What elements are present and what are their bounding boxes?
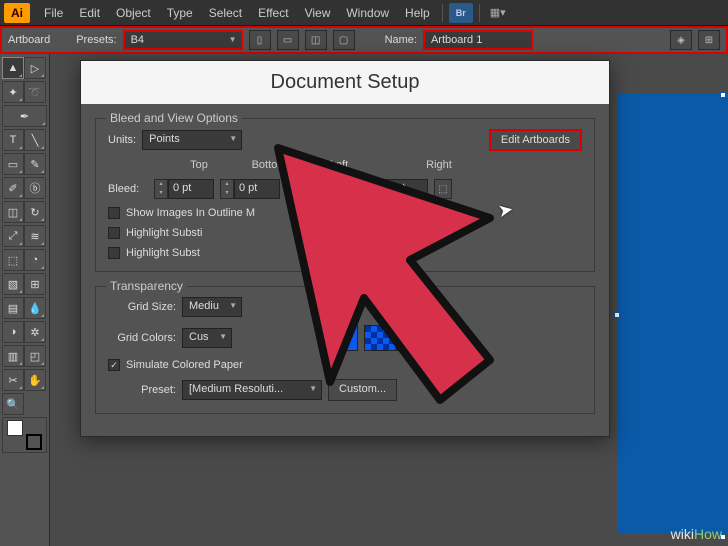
grid-colors-label: Grid Colors:: [108, 332, 176, 344]
bleed-top-input[interactable]: ▴▾0 pt: [154, 179, 214, 199]
mesh-tool-icon[interactable]: ⊞: [24, 273, 46, 295]
line-tool-icon[interactable]: ╲: [24, 129, 46, 151]
orientation-landscape-icon[interactable]: ▭: [277, 30, 299, 50]
simulate-paper-label: Simulate Colored Paper: [126, 359, 243, 371]
grid-size-dropdown[interactable]: Mediu: [182, 297, 242, 317]
link-bleed-icon[interactable]: ⬚: [434, 179, 452, 199]
preset-dropdown[interactable]: [Medium Resoluti...: [182, 380, 322, 400]
toolbox: ▲ ▷ ✦ ➰ ✒ T ╲ ▭ ✎ ✐ ⓑ ◫ ↻ ⤢ ≋ ⬚ ◔ ▧ ⊞ ▤ …: [0, 54, 50, 546]
fieldset-legend: Bleed and View Options: [106, 111, 242, 125]
col-left: Left: [304, 159, 374, 171]
column-graph-tool-icon[interactable]: ▥: [2, 345, 24, 367]
free-transform-tool-icon[interactable]: ⬚: [2, 249, 24, 271]
artboard-handle[interactable]: [720, 92, 726, 98]
align-icon[interactable]: ◈: [670, 30, 692, 50]
lasso-tool-icon[interactable]: ➰: [24, 81, 46, 103]
fill-swatch[interactable]: [7, 420, 23, 436]
menu-select[interactable]: Select: [201, 2, 250, 24]
col-top: Top: [164, 159, 234, 171]
units-label: Units:: [108, 134, 136, 146]
bridge-icon[interactable]: Br: [449, 3, 473, 23]
grid-size-label: Grid Size:: [108, 301, 176, 313]
divider: [479, 4, 480, 22]
show-images-checkbox[interactable]: [108, 207, 120, 219]
eyedropper-tool-icon[interactable]: 💧: [24, 297, 46, 319]
menu-object[interactable]: Object: [108, 2, 159, 24]
rotate-tool-icon[interactable]: ↻: [24, 201, 46, 223]
pencil-tool-icon[interactable]: ✐: [2, 177, 24, 199]
watermark: wikiHow: [671, 526, 722, 542]
layout-icon[interactable]: ▦▾: [486, 3, 510, 23]
name-label: Name:: [385, 34, 417, 46]
menu-file[interactable]: File: [36, 2, 71, 24]
menu-bar: Ai File Edit Object Type Select Effect V…: [0, 0, 728, 26]
delete-artboard-icon[interactable]: ▢: [333, 30, 355, 50]
grid-colors-dropdown[interactable]: Cus: [182, 328, 232, 348]
options-bar: Artboard Presets: B4 ▯ ▭ ◫ ▢ Name: Artbo…: [0, 26, 728, 54]
show-images-label: Show Images In Outline M: [126, 207, 255, 219]
document-setup-dialog: Document Setup Bleed and View Options Un…: [80, 60, 610, 437]
bleed-label: Bleed:: [108, 183, 148, 195]
tool-name-label: Artboard: [8, 34, 50, 46]
divider: [442, 4, 443, 22]
new-artboard-icon[interactable]: ◫: [305, 30, 327, 50]
highlight-sub2-label: Highlight Subst: [126, 247, 200, 259]
scale-tool-icon[interactable]: ⤢: [2, 225, 24, 247]
artboard-handle[interactable]: [614, 312, 620, 318]
grid-preview: [364, 325, 418, 351]
simulate-paper-checkbox[interactable]: [108, 359, 120, 371]
menu-help[interactable]: Help: [397, 2, 438, 24]
perspective-grid-tool-icon[interactable]: ▧: [2, 273, 24, 295]
paintbrush-tool-icon[interactable]: ✎: [24, 153, 46, 175]
stroke-swatch[interactable]: [26, 434, 42, 450]
highlight-sub1-label: Highlight Substi: [126, 227, 202, 239]
menu-view[interactable]: View: [297, 2, 339, 24]
gradient-tool-icon[interactable]: ▤: [2, 297, 24, 319]
direct-selection-tool-icon[interactable]: ▷: [24, 57, 46, 79]
artboard-tool-icon[interactable]: ◰: [24, 345, 46, 367]
presets-label: Presets:: [76, 34, 116, 46]
transparency-fieldset: Transparency Grid Size: Mediu Grid Color…: [95, 286, 595, 414]
eraser-tool-icon[interactable]: ◫: [2, 201, 24, 223]
highlight-sub1-checkbox[interactable]: [108, 227, 120, 239]
selection-tool-icon[interactable]: ▲: [2, 57, 24, 79]
artboard[interactable]: [618, 94, 728, 534]
bleed-right-input[interactable]: ▴▾0 pt: [368, 179, 428, 199]
col-bottom: Bottom: [234, 159, 304, 171]
menu-type[interactable]: Type: [159, 2, 201, 24]
app-logo: Ai: [4, 3, 30, 23]
menu-edit[interactable]: Edit: [71, 2, 108, 24]
bleed-view-fieldset: Bleed and View Options Units: Points Edi…: [95, 118, 595, 272]
magic-wand-tool-icon[interactable]: ✦: [2, 81, 24, 103]
symbol-sprayer-tool-icon[interactable]: ✲: [24, 321, 46, 343]
custom-button[interactable]: Custom...: [328, 379, 397, 401]
slice-tool-icon[interactable]: ✂: [2, 369, 24, 391]
bleed-left-input[interactable]: ▴▾0: [286, 179, 330, 199]
width-tool-icon[interactable]: ≋: [24, 225, 46, 247]
fill-stroke-swatch[interactable]: [2, 417, 47, 453]
type-tool-icon[interactable]: T: [2, 129, 24, 151]
blob-brush-tool-icon[interactable]: ⓑ: [24, 177, 46, 199]
orientation-portrait-icon[interactable]: ▯: [249, 30, 271, 50]
bleed-bottom-input[interactable]: ▴▾0 pt: [220, 179, 280, 199]
highlight-sub2-checkbox[interactable]: [108, 247, 120, 259]
menu-window[interactable]: Window: [338, 2, 397, 24]
dialog-title: Document Setup: [81, 61, 609, 104]
shape-builder-tool-icon[interactable]: ◔: [24, 249, 46, 271]
hand-tool-icon[interactable]: ✋: [24, 369, 46, 391]
fieldset-legend: Transparency: [106, 279, 187, 293]
rectangle-tool-icon[interactable]: ▭: [2, 153, 24, 175]
more-options-icon[interactable]: ⊞: [698, 30, 720, 50]
pen-tool-icon[interactable]: ✒: [2, 105, 47, 127]
units-dropdown[interactable]: Points: [142, 130, 242, 150]
artboard-name-input[interactable]: Artboard 1: [423, 30, 533, 50]
presets-dropdown[interactable]: B4: [123, 30, 243, 50]
preset-label: Preset:: [108, 384, 176, 396]
edit-artboards-button[interactable]: Edit Artboards: [489, 129, 582, 151]
grid-color-swatch[interactable]: [324, 325, 358, 351]
blend-tool-icon[interactable]: ◑: [2, 321, 24, 343]
col-right: Right: [404, 159, 474, 171]
zoom-tool-icon[interactable]: 🔍: [2, 393, 24, 415]
menu-effect[interactable]: Effect: [250, 2, 296, 24]
